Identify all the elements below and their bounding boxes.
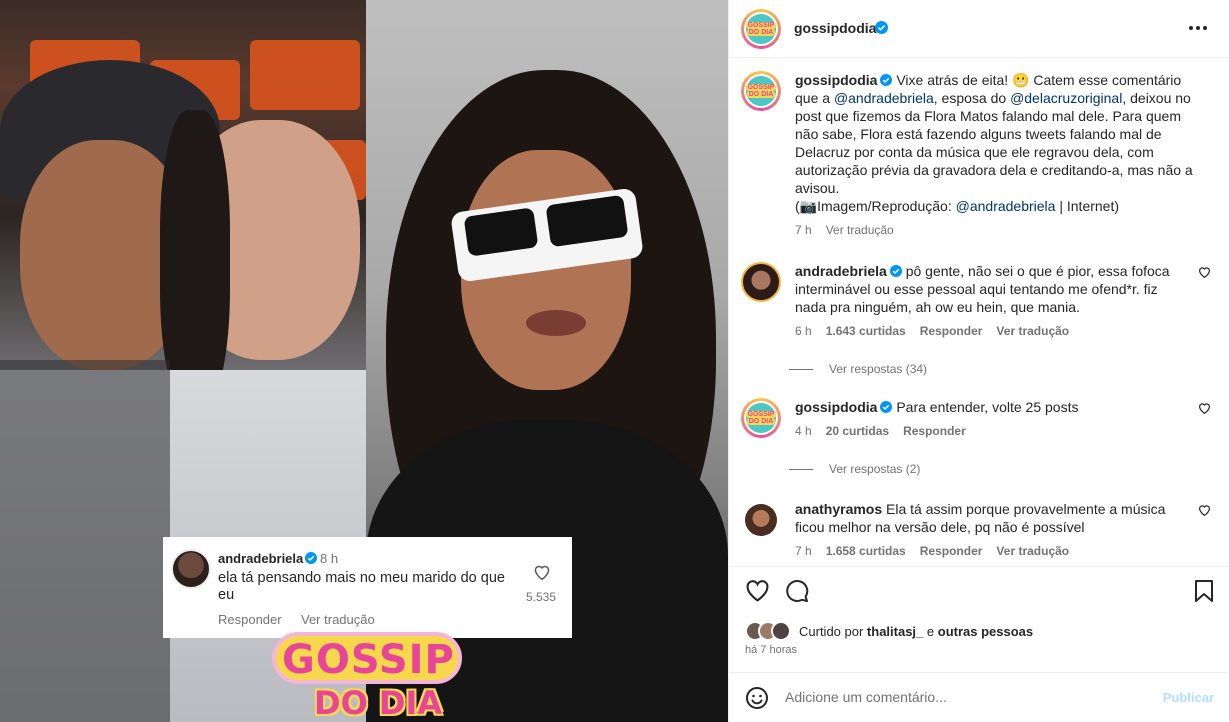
comment-text: Para entender, volte 25 posts — [896, 399, 1079, 415]
post-actions: Curtido por thalitasj_ e outras pessoas … — [729, 566, 1229, 680]
verified-icon — [889, 265, 902, 277]
translate-link[interactable]: Ver tradução — [996, 324, 1069, 338]
post-timestamp[interactable]: há 7 horas — [745, 644, 797, 656]
caption-username[interactable]: gossipdodia — [795, 72, 877, 88]
comment-like-icon[interactable] — [1198, 504, 1211, 516]
view-replies-button[interactable]: Ver respostas (34) — [789, 362, 927, 376]
add-comment-bar: Publicar — [729, 672, 1229, 722]
avatar[interactable]: GOSSIP DO DIA — [741, 71, 781, 111]
reply-link[interactable]: Responder — [920, 324, 983, 338]
emoji-icon[interactable] — [745, 686, 769, 710]
card-username: andradebriela — [218, 551, 304, 566]
comment-likes[interactable]: 1.643 curtidas — [826, 324, 906, 338]
translate-link[interactable]: Ver tradução — [826, 223, 894, 237]
card-comment-text: ela tá pensando mais no meu marido do qu… — [218, 570, 505, 603]
avatar[interactable]: GOSSIP DO DIA — [741, 9, 781, 49]
post-header: GOSSIP DO DIA gossipdodia — [729, 0, 1229, 58]
avatar — [171, 549, 211, 589]
mention-link[interactable]: @andradebriela — [834, 90, 934, 106]
publish-button[interactable]: Publicar — [1163, 690, 1214, 705]
comment-item: anathyramos Ela tá assim porque provavel… — [741, 500, 1211, 560]
translate-link[interactable]: Ver tradução — [996, 544, 1069, 558]
verified-icon — [880, 401, 893, 413]
card-reply-link: Responder — [218, 612, 282, 627]
comment-like-icon[interactable] — [1198, 402, 1211, 414]
comment-item: GOSSIP DO DIA gossipdodia Para entender, … — [741, 398, 1211, 448]
verified-icon — [875, 21, 888, 34]
comment-item: andradebriela pô gente, não sei o que é … — [741, 262, 1211, 338]
mention-link[interactable]: @delacruzoriginal — [1010, 90, 1122, 106]
post-caption: GOSSIP DO DIA gossipdodia Vixe atrás de e… — [741, 71, 1211, 241]
avatar[interactable] — [741, 262, 781, 302]
comment-likes[interactable]: 20 curtidas — [826, 424, 889, 438]
avatar[interactable]: GOSSIP DO DIA — [741, 398, 781, 438]
comment-username[interactable]: gossipdodia — [795, 399, 877, 415]
card-translate-link: Ver tradução — [301, 612, 375, 627]
like-icon[interactable] — [745, 579, 770, 602]
comment-username[interactable]: anathyramos — [795, 501, 882, 517]
gossip-do-dia-logo: GOSSIP DO DIA — [268, 628, 468, 722]
reply-link[interactable]: Responder — [920, 544, 983, 558]
more-options-icon[interactable] — [1186, 18, 1210, 38]
card-like-count: 5.535 — [526, 590, 557, 604]
comment-like-icon[interactable] — [1198, 266, 1211, 278]
heart-icon — [534, 565, 550, 580]
bookmark-icon[interactable] — [1194, 579, 1214, 603]
comment-icon[interactable] — [785, 579, 809, 603]
card-time: 8 h — [320, 551, 339, 566]
comment-username[interactable]: andradebriela — [795, 263, 887, 279]
post-panel: GOSSIP DO DIA gossipdodia GOSSIP DO DIA go… — [728, 0, 1229, 722]
mention-link[interactable]: @andradebriela — [956, 198, 1056, 214]
reply-link[interactable]: Responder — [903, 424, 966, 438]
verified-icon — [305, 552, 317, 564]
liked-by-text[interactable]: Curtido por thalitasj_ e outras pessoas — [799, 624, 1033, 639]
comment-input[interactable] — [785, 684, 1145, 710]
view-replies-button[interactable]: Ver respostas (2) — [789, 462, 920, 476]
verified-icon — [880, 74, 893, 86]
avatar[interactable] — [745, 504, 777, 536]
comment-likes[interactable]: 1.658 curtidas — [826, 544, 906, 558]
comments-scroll-area[interactable]: GOSSIP DO DIA gossipdodia Vixe atrás de e… — [729, 59, 1229, 565]
caption-time: 7 h — [795, 223, 812, 237]
header-username[interactable]: gossipdodia — [794, 20, 876, 36]
comment-screenshot-card: andradebriela 8 h ela tá pensando mais n… — [163, 537, 572, 638]
post-media[interactable]: andradebriela 8 h ela tá pensando mais n… — [0, 0, 728, 722]
